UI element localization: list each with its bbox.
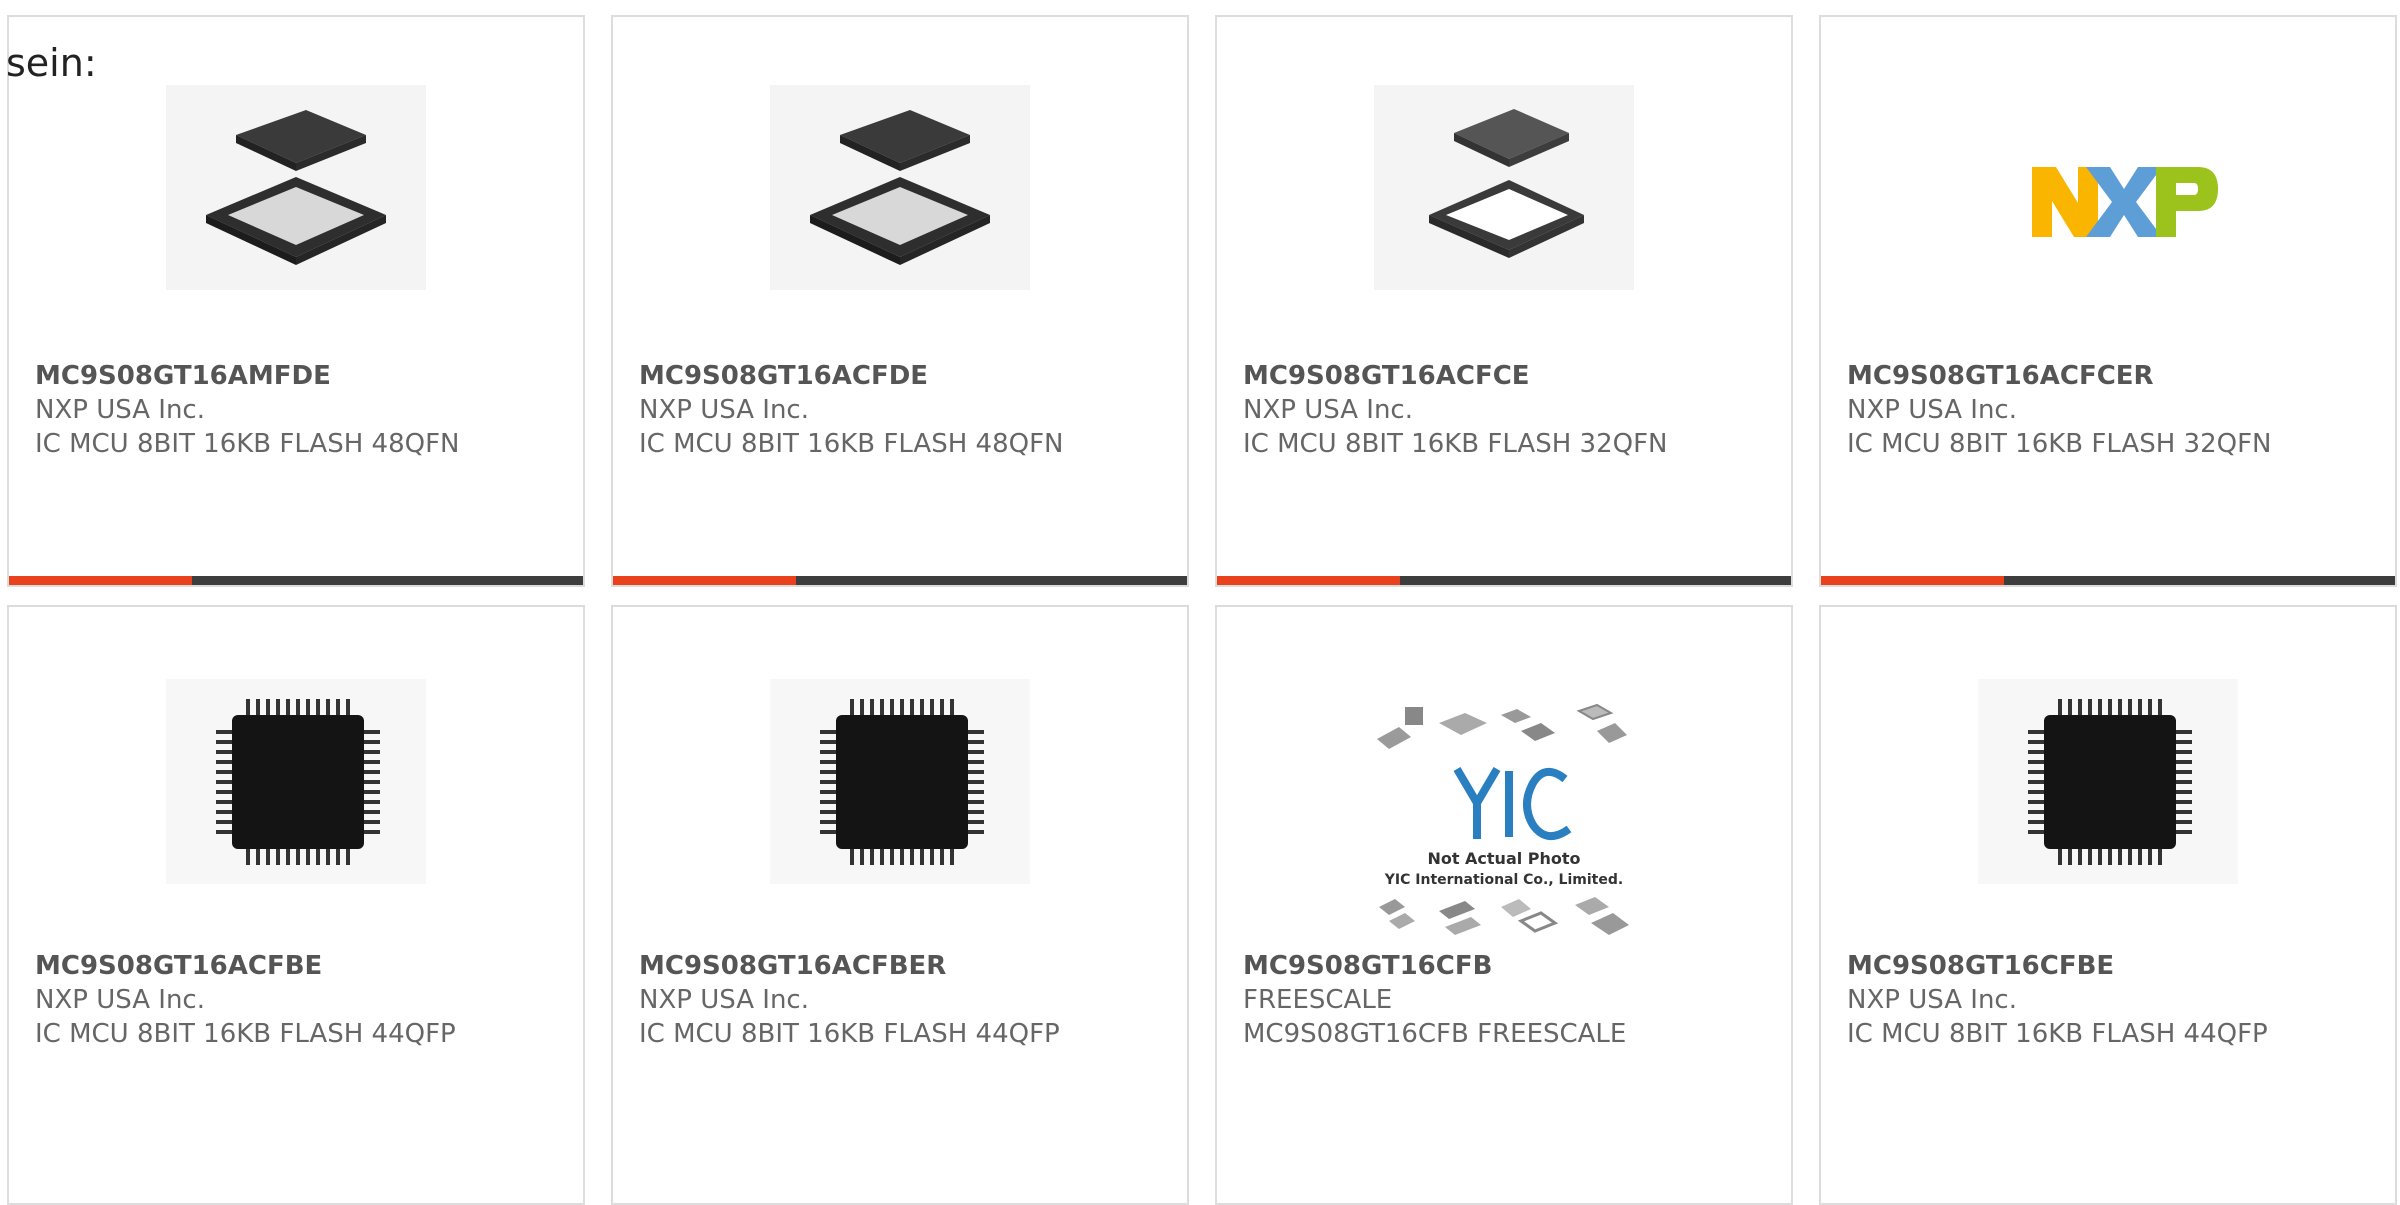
qfp44-chip-icon[interactable] <box>166 679 426 884</box>
product-card[interactable]: MC9S08GT16ACFDE NXP USA Inc. IC MCU 8BIT… <box>611 15 1189 587</box>
qfn48-chip-icon[interactable] <box>770 85 1030 290</box>
nxp-logo[interactable] <box>1978 85 2238 290</box>
description: IC MCU 8BIT 16KB FLASH 32QFN <box>1243 429 1668 459</box>
manufacturer: NXP USA Inc. <box>35 395 205 425</box>
manufacturer: NXP USA Inc. <box>639 985 809 1015</box>
part-number[interactable]: MC9S08GT16ACFDE <box>639 359 1167 393</box>
description: IC MCU 8BIT 16KB FLASH 32QFN <box>1847 429 2272 459</box>
product-card[interactable]: MC9S08GT16ACFCER NXP USA Inc. IC MCU 8BI… <box>1819 15 2397 587</box>
placeholder-note: Not Actual Photo <box>1427 849 1580 868</box>
manufacturer: NXP USA Inc. <box>1847 395 2017 425</box>
part-number[interactable]: MC9S08GT16ACFCER <box>1847 359 2375 393</box>
description: MC9S08GT16CFB FREESCALE <box>1243 1019 1627 1049</box>
description: IC MCU 8BIT 16KB FLASH 44QFP <box>1847 1019 2268 1049</box>
manufacturer: NXP USA Inc. <box>639 395 809 425</box>
qfn32-chip-icon[interactable] <box>1374 85 1634 290</box>
intro-text: sein: <box>6 41 97 85</box>
product-card[interactable]: Not Actual Photo YIC International Co., … <box>1215 605 1793 1205</box>
yic-placeholder[interactable]: Not Actual Photo YIC International Co., … <box>1369 699 1639 939</box>
product-card[interactable]: MC9S08GT16ACFBE NXP USA Inc. IC MCU 8BIT… <box>7 605 585 1205</box>
part-number[interactable]: MC9S08GT16AMFDE <box>35 359 563 393</box>
card-bottom-bar <box>1821 576 2395 585</box>
qfp44-chip-icon[interactable] <box>770 679 1030 884</box>
description: IC MCU 8BIT 16KB FLASH 48QFN <box>639 429 1064 459</box>
qfn48-chip-icon[interactable] <box>166 85 426 290</box>
manufacturer: NXP USA Inc. <box>1243 395 1413 425</box>
qfp44-chip-icon[interactable] <box>1978 679 2238 884</box>
product-card[interactable]: MC9S08GT16CFBE NXP USA Inc. IC MCU 8BIT … <box>1819 605 2397 1205</box>
placeholder-company: YIC International Co., Limited. <box>1384 872 1623 888</box>
description: IC MCU 8BIT 16KB FLASH 44QFP <box>35 1019 456 1049</box>
part-number[interactable]: MC9S08GT16ACFBE <box>35 949 563 983</box>
product-grid: MC9S08GT16AMFDE NXP USA Inc. IC MCU 8BIT… <box>0 0 2400 1205</box>
part-number[interactable]: MC9S08GT16CFB <box>1243 949 1771 983</box>
description: IC MCU 8BIT 16KB FLASH 48QFN <box>35 429 460 459</box>
product-card[interactable]: MC9S08GT16ACFCE NXP USA Inc. IC MCU 8BIT… <box>1215 15 1793 587</box>
card-bottom-bar <box>1217 576 1791 585</box>
product-card[interactable]: MC9S08GT16AMFDE NXP USA Inc. IC MCU 8BIT… <box>7 15 585 587</box>
manufacturer: NXP USA Inc. <box>35 985 205 1015</box>
card-bottom-bar <box>613 576 1187 585</box>
description: IC MCU 8BIT 16KB FLASH 44QFP <box>639 1019 1060 1049</box>
part-number[interactable]: MC9S08GT16ACFBER <box>639 949 1167 983</box>
card-bottom-bar <box>9 576 583 585</box>
part-number[interactable]: MC9S08GT16ACFCE <box>1243 359 1771 393</box>
manufacturer: NXP USA Inc. <box>1847 985 2017 1015</box>
part-number[interactable]: MC9S08GT16CFBE <box>1847 949 2375 983</box>
manufacturer: FREESCALE <box>1243 985 1393 1015</box>
product-card[interactable]: MC9S08GT16ACFBER NXP USA Inc. IC MCU 8BI… <box>611 605 1189 1205</box>
